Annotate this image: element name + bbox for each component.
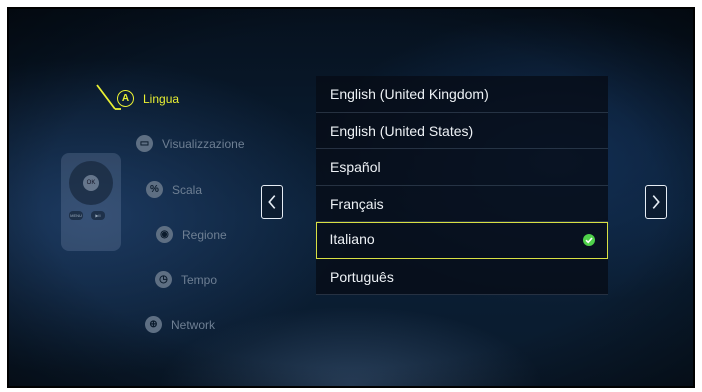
- chevron-left-icon: [268, 195, 276, 209]
- list-item-selected[interactable]: Italiano: [316, 222, 608, 259]
- language-label: English (United States): [330, 122, 474, 139]
- language-label: English (United Kingdom): [330, 86, 489, 102]
- chevron-right-icon: [652, 195, 660, 209]
- menu-item-network[interactable]: ⊕ Network: [145, 316, 215, 333]
- menu-item-label: Scala: [172, 182, 203, 197]
- check-icon: [583, 234, 595, 246]
- top-border: [0, 0, 702, 7]
- menu-item-lingua[interactable]: A Lingua: [117, 90, 179, 107]
- menu-item-label: Network: [171, 317, 216, 332]
- play-pause-icon: ▶II: [91, 211, 105, 220]
- list-item[interactable]: English (United Kingdom): [316, 76, 608, 113]
- list-item[interactable]: Português: [316, 258, 608, 295]
- menu-item-scala[interactable]: % Scala: [146, 181, 202, 198]
- menu-item-tempo[interactable]: ◷ Tempo: [155, 271, 217, 288]
- list-item[interactable]: Français: [316, 185, 608, 222]
- dpad-icon: OK: [69, 161, 113, 205]
- menu-item-label: Visualizzazione: [162, 136, 245, 151]
- next-arrow-button[interactable]: [645, 185, 667, 219]
- menu-item-label: Lingua: [143, 91, 180, 106]
- language-list: English (United Kingdom) English (United…: [316, 76, 608, 295]
- language-label: Français: [330, 195, 384, 212]
- menu-item-visualizzazione[interactable]: ▭ Visualizzazione: [136, 135, 245, 152]
- menu-item-label: Regione: [182, 227, 227, 242]
- previous-arrow-button[interactable]: [261, 185, 283, 219]
- language-label: Português: [330, 268, 394, 285]
- clock-icon: ◷: [155, 271, 172, 288]
- language-label: Español: [330, 159, 381, 175]
- list-item[interactable]: Español: [316, 149, 608, 186]
- tv-screen: A Lingua ▭ Visualizzazione % Scala ◉ Reg…: [7, 7, 695, 388]
- language-icon: A: [117, 90, 134, 107]
- scale-icon: %: [146, 181, 163, 198]
- language-label: Italiano: [329, 231, 375, 247]
- menu-item-regione[interactable]: ◉ Regione: [156, 226, 227, 243]
- ok-button-icon: OK: [83, 175, 99, 191]
- remote-illustration: OK MENU ▶II: [61, 153, 121, 251]
- display-icon: ▭: [136, 135, 153, 152]
- location-icon: ◉: [156, 226, 173, 243]
- menu-button-icon: MENU: [69, 211, 83, 220]
- globe-icon: ⊕: [145, 316, 162, 333]
- list-item[interactable]: English (United States): [316, 112, 608, 149]
- menu-item-label: Tempo: [181, 272, 218, 287]
